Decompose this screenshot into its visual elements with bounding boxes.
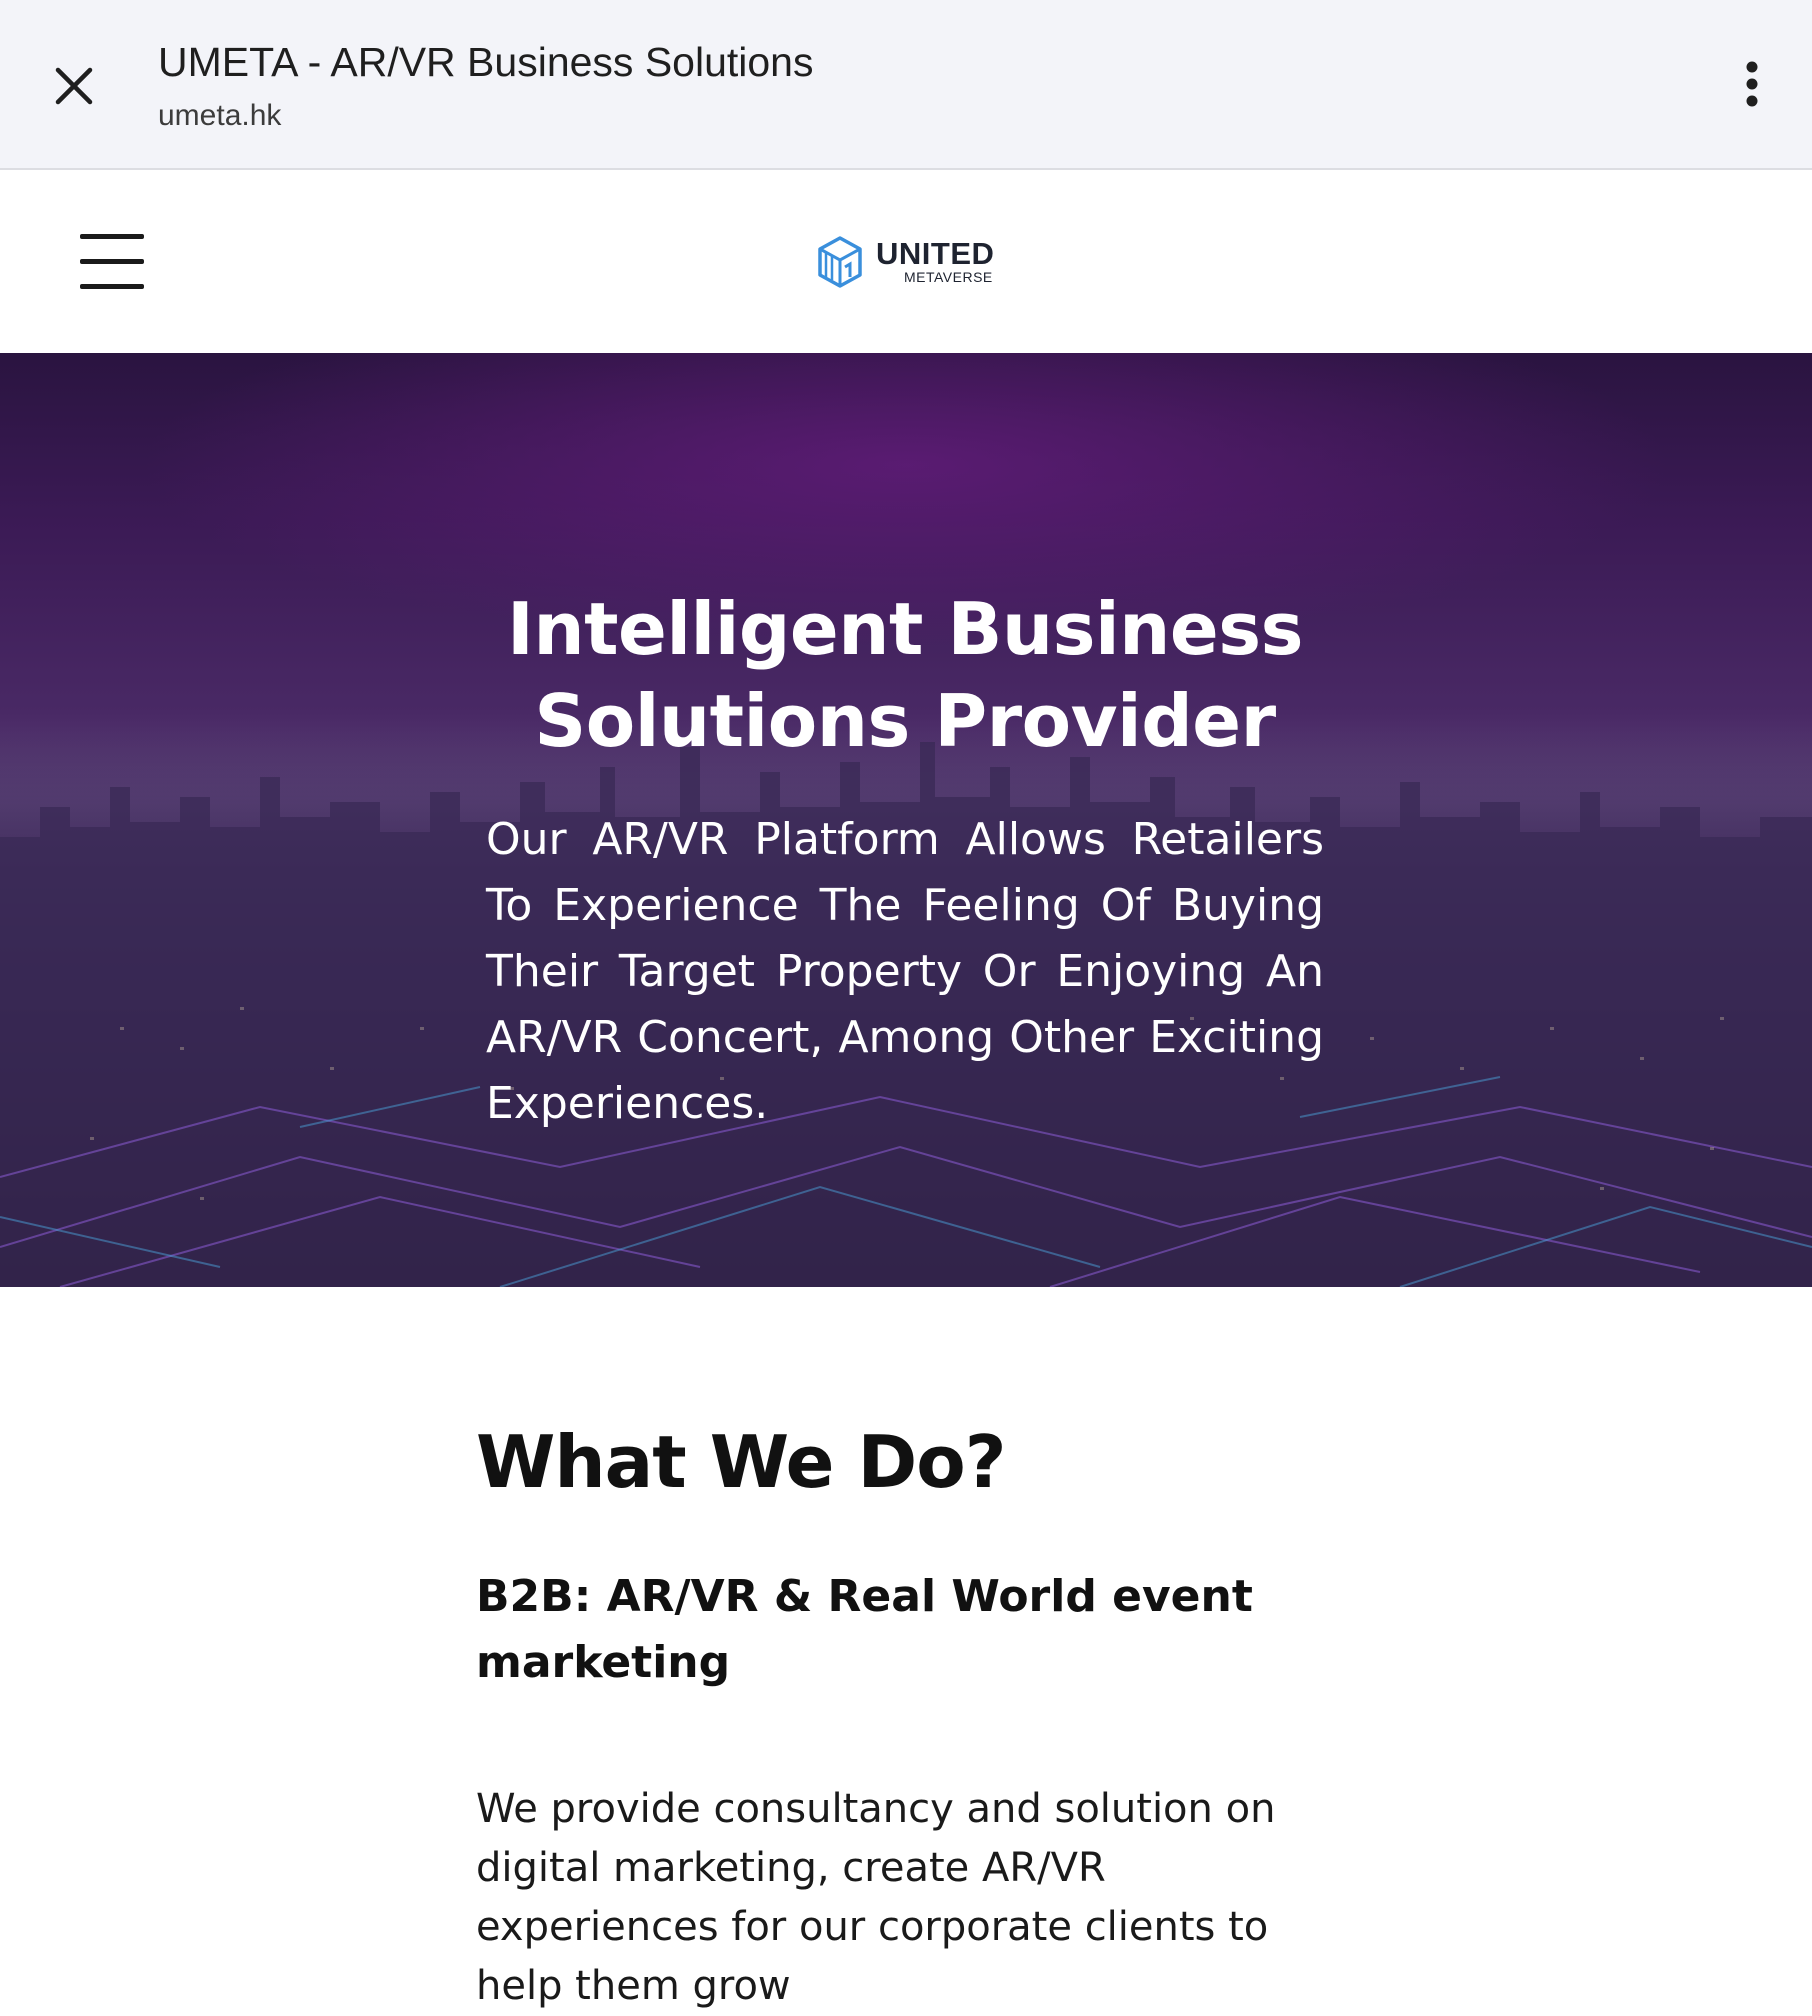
site-header: UNITED METAVERSE: [0, 170, 1812, 353]
section-subheading: B2B: AR/VR & Real World event marketing: [476, 1571, 1253, 1688]
page-url[interactable]: umeta.hk: [158, 96, 813, 136]
hero-subtitle: Our AR/VR Platform Allows Retailers To E…: [486, 814, 1324, 1129]
hamburger-line: [80, 284, 144, 289]
what-we-do-section: What We Do? B2B: AR/VR & Real World even…: [476, 1412, 1336, 2016]
cube-logo-icon: [818, 236, 862, 288]
close-tab-button[interactable]: [44, 56, 104, 116]
page-title: UMETA - AR/VR Business Solutions: [158, 39, 814, 85]
hamburger-line: [80, 259, 144, 264]
brand-subname: METAVERSE: [904, 269, 993, 285]
close-icon: [55, 67, 93, 105]
hero-content: Intelligent Business Solutions Provider …: [486, 583, 1324, 1137]
section-heading: What We Do?: [476, 1420, 1007, 1504]
section-body: We provide consultancy and solution on d…: [476, 1786, 1276, 2009]
site-logo[interactable]: UNITED METAVERSE: [816, 234, 994, 290]
brand-name: UNITED: [876, 236, 995, 271]
more-vert-icon: [1746, 61, 1758, 107]
hero-banner: Intelligent Business Solutions Provider …: [0, 353, 1812, 1287]
hamburger-menu-button[interactable]: [80, 234, 148, 289]
tab-title-block: UMETA - AR/VR Business Solutions umeta.h…: [158, 36, 813, 136]
hamburger-line: [80, 234, 144, 239]
overflow-menu-button[interactable]: [1720, 52, 1784, 116]
hero-title: Intelligent Business Solutions Provider: [507, 587, 1303, 763]
browser-toolbar: UMETA - AR/VR Business Solutions umeta.h…: [0, 0, 1812, 170]
logo-text: UNITED METAVERSE: [876, 236, 995, 285]
